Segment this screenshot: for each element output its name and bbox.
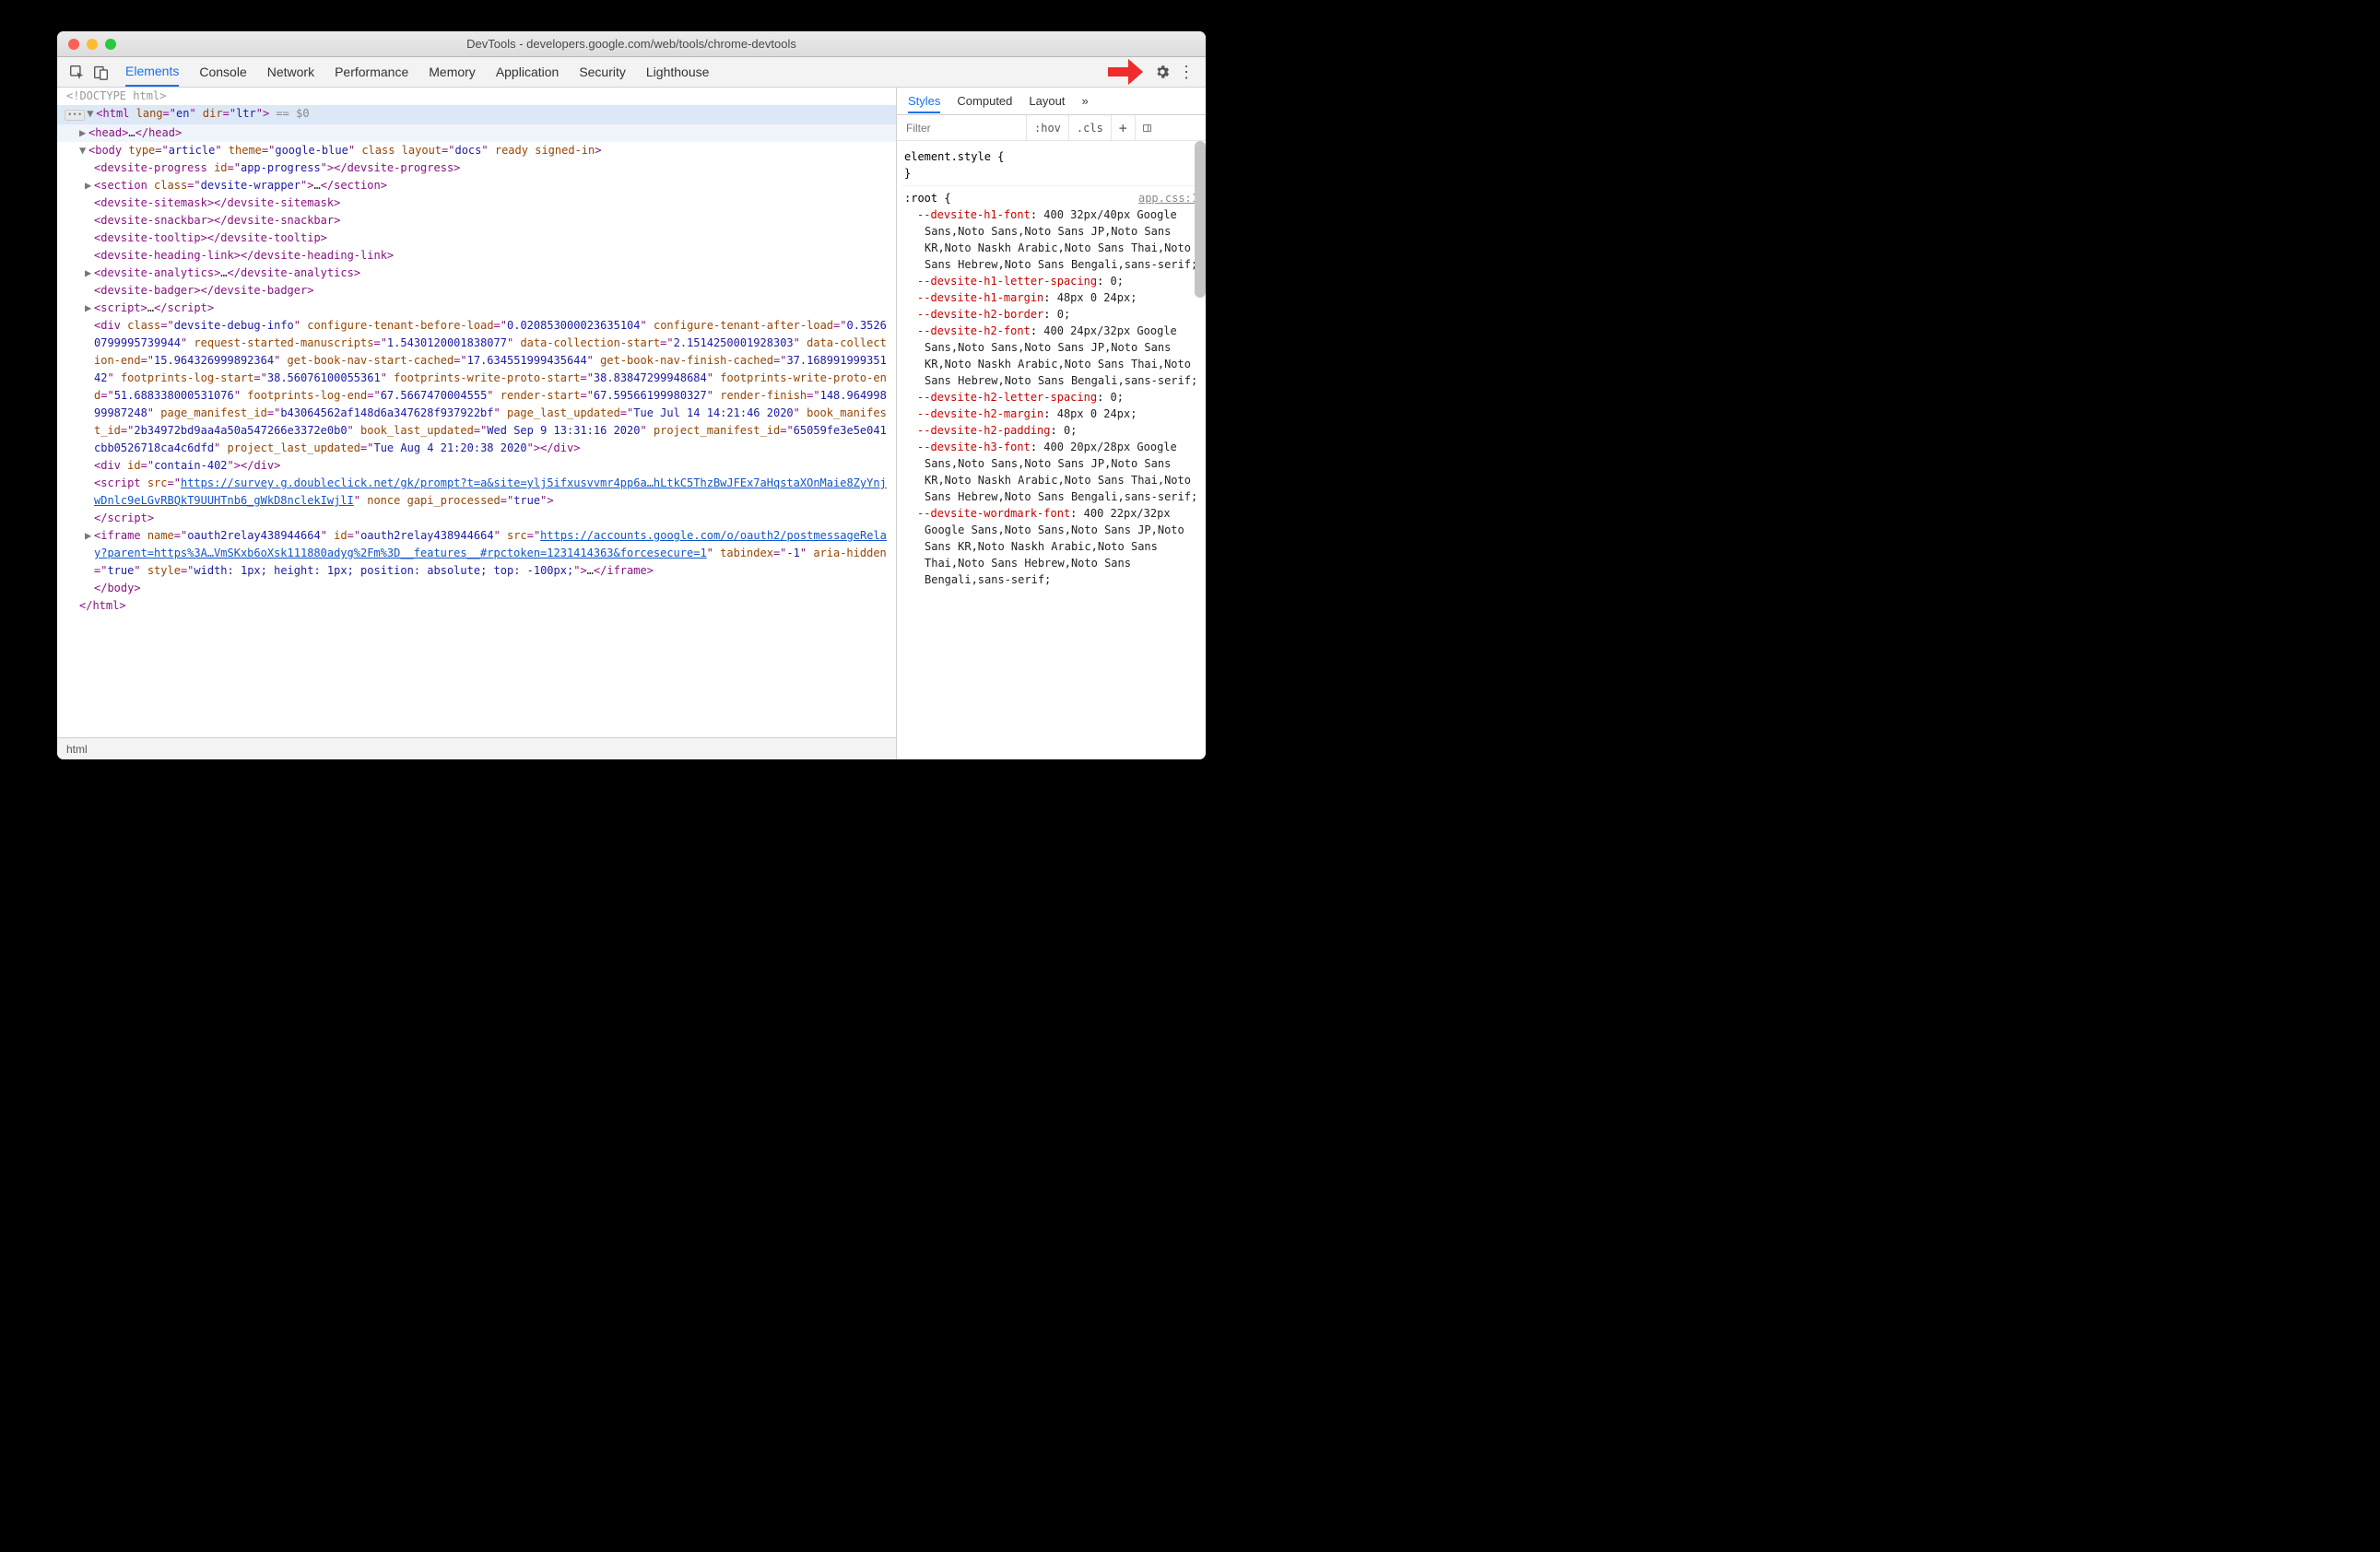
tooltip-node[interactable]: <devsite-tooltip></devsite-tooltip> <box>57 229 896 247</box>
tab-performance[interactable]: Performance <box>335 57 408 87</box>
tab-lighthouse[interactable]: Lighthouse <box>646 57 710 87</box>
css-property[interactable]: --devsite-h1-letter-spacing: 0; <box>904 273 1198 289</box>
css-property[interactable]: --devsite-h2-font: 400 24px/32px Google … <box>904 323 1198 389</box>
css-property[interactable]: --devsite-h3-font: 400 20px/28px Google … <box>904 439 1198 505</box>
more-menu-icon[interactable]: ⋮ <box>1174 60 1198 84</box>
titlebar: DevTools - developers.google.com/web/too… <box>57 31 1206 57</box>
inspect-element-icon[interactable] <box>65 60 88 84</box>
sidebar-tabs: Styles Computed Layout » <box>897 88 1206 115</box>
close-window-button[interactable] <box>68 39 79 50</box>
heading-link-node[interactable]: <devsite-heading-link></devsite-heading-… <box>57 247 896 265</box>
root-section[interactable]: app.css:1 :root { --devsite-h1-font: 400… <box>902 186 1200 592</box>
tab-styles[interactable]: Styles <box>908 94 940 113</box>
script-node[interactable]: ▶<script>…</script> <box>57 300 896 317</box>
add-rule-icon[interactable]: + <box>1111 115 1135 140</box>
computed-sidebar-icon[interactable] <box>1135 115 1159 140</box>
styles-list[interactable]: element.style { } app.css:1 :root { --de… <box>897 141 1206 759</box>
tab-elements[interactable]: Elements <box>125 57 179 87</box>
tab-memory[interactable]: Memory <box>429 57 476 87</box>
tab-console[interactable]: Console <box>199 57 246 87</box>
settings-gear-icon[interactable] <box>1150 60 1174 84</box>
css-property[interactable]: --devsite-h1-font: 400 32px/40px Google … <box>904 206 1198 273</box>
element-style-section[interactable]: element.style { } <box>902 145 1200 186</box>
elements-panel: <!DOCTYPE html> •••▼<html lang="en" dir=… <box>57 88 897 759</box>
traffic-lights <box>57 39 116 50</box>
body-close-node[interactable]: </body> <box>57 580 896 597</box>
css-property[interactable]: --devsite-h2-padding: 0; <box>904 422 1198 439</box>
main-toolbar: Elements Console Network Performance Mem… <box>57 57 1206 88</box>
css-property[interactable]: --devsite-wordmark-font: 400 22px/32px G… <box>904 505 1198 588</box>
more-tabs-icon[interactable]: » <box>1081 94 1088 108</box>
iframe-node[interactable]: ▶<iframe name="oauth2relay438944664" id=… <box>57 527 896 580</box>
tab-network[interactable]: Network <box>267 57 314 87</box>
panel-tabs: Elements Console Network Performance Mem… <box>125 57 709 87</box>
doctype-node[interactable]: <!DOCTYPE html> <box>57 88 896 105</box>
hover-toggle[interactable]: :hov <box>1026 115 1068 140</box>
css-property[interactable]: --devsite-h2-margin: 48px 0 24px; <box>904 406 1198 422</box>
zoom-window-button[interactable] <box>105 39 116 50</box>
analytics-node[interactable]: ▶<devsite-analytics>…</devsite-analytics… <box>57 265 896 282</box>
html-root-node[interactable]: •••▼<html lang="en" dir="ltr"> == $0 <box>57 105 896 124</box>
dom-tree[interactable]: <!DOCTYPE html> •••▼<html lang="en" dir=… <box>57 88 896 737</box>
tab-layout[interactable]: Layout <box>1029 94 1065 108</box>
devtools-window: DevTools - developers.google.com/web/too… <box>57 31 1206 759</box>
device-toolbar-icon[interactable] <box>88 60 112 84</box>
breadcrumb[interactable]: html <box>57 737 896 759</box>
tab-application[interactable]: Application <box>496 57 560 87</box>
tab-computed[interactable]: Computed <box>957 94 1012 108</box>
minimize-window-button[interactable] <box>87 39 98 50</box>
annotation-arrow <box>1106 56 1145 88</box>
window-title: DevTools - developers.google.com/web/too… <box>57 37 1206 51</box>
styles-filter-input[interactable] <box>897 122 1026 135</box>
snackbar-node[interactable]: <devsite-snackbar></devsite-snackbar> <box>57 212 896 229</box>
tab-security[interactable]: Security <box>579 57 626 87</box>
debug-div-node[interactable]: <div class="devsite-debug-info" configur… <box>57 317 896 457</box>
css-property[interactable]: --devsite-h2-letter-spacing: 0; <box>904 389 1198 406</box>
css-property[interactable]: --devsite-h2-border: 0; <box>904 306 1198 323</box>
css-property[interactable]: --devsite-h1-margin: 48px 0 24px; <box>904 289 1198 306</box>
progress-node[interactable]: <devsite-progress id="app-progress"></de… <box>57 159 896 177</box>
main-content: <!DOCTYPE html> •••▼<html lang="en" dir=… <box>57 88 1206 759</box>
scrollbar-thumb[interactable] <box>1195 141 1206 298</box>
head-node[interactable]: ▶<head>…</head> <box>57 124 896 142</box>
cls-toggle[interactable]: .cls <box>1068 115 1111 140</box>
styles-panel: Styles Computed Layout » :hov .cls + ele… <box>897 88 1206 759</box>
body-open-node[interactable]: ▼<body type="article" theme="google-blue… <box>57 142 896 159</box>
section-node[interactable]: ▶<section class="devsite-wrapper">…</sec… <box>57 177 896 194</box>
contain-div-node[interactable]: <div id="contain-402"></div> <box>57 457 896 475</box>
source-link[interactable]: app.css:1 <box>1138 190 1198 206</box>
styles-filter-bar: :hov .cls + <box>897 115 1206 141</box>
sitemask-node[interactable]: <devsite-sitemask></devsite-sitemask> <box>57 194 896 212</box>
badger-node[interactable]: <devsite-badger></devsite-badger> <box>57 282 896 300</box>
ellipsis-icon: ••• <box>65 110 85 121</box>
survey-script-node[interactable]: <script src="https://survey.g.doubleclic… <box>57 475 896 527</box>
html-close-node[interactable]: </html> <box>57 597 896 615</box>
